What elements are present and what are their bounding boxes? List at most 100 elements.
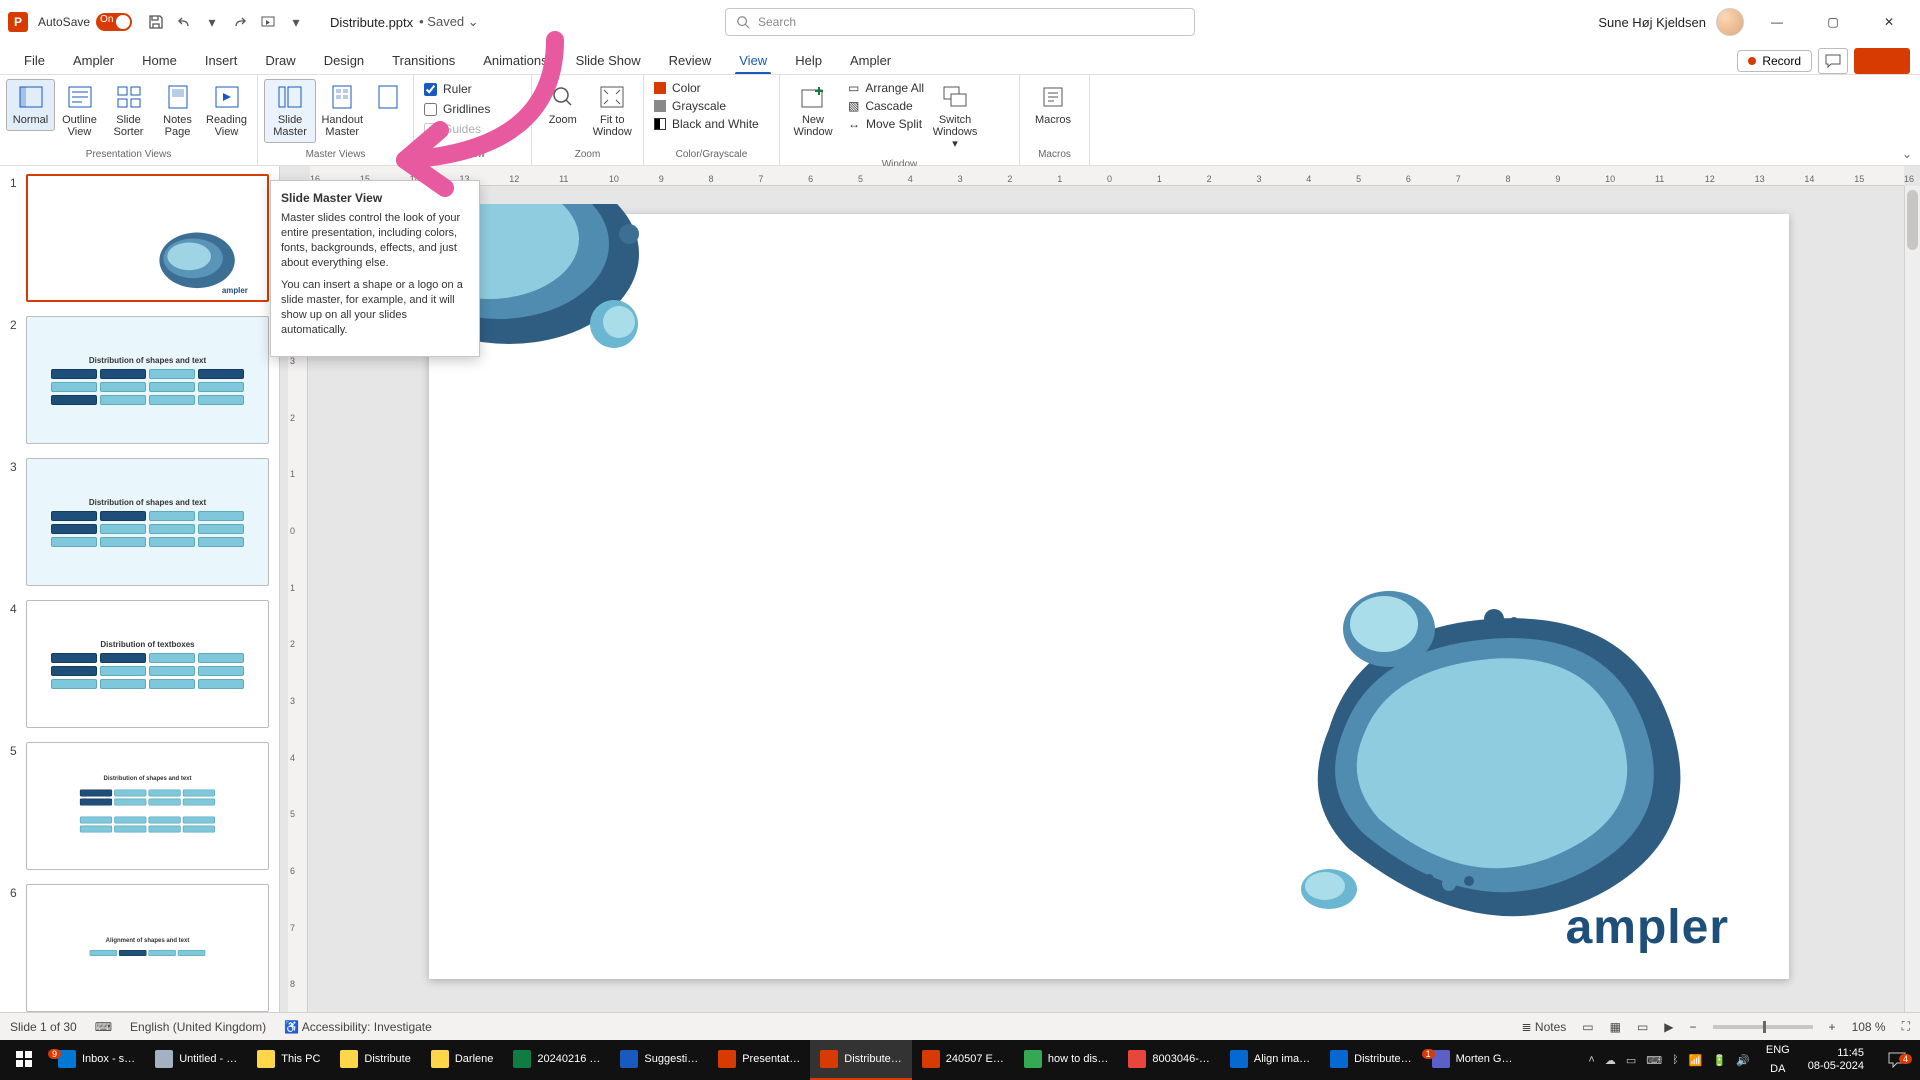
normal-view-button[interactable]: Normal xyxy=(6,79,55,131)
tab-design[interactable]: Design xyxy=(310,47,378,74)
undo-icon[interactable] xyxy=(170,8,198,36)
taskbar-item[interactable]: Suggesti… xyxy=(610,1040,708,1080)
slide[interactable]: ampler xyxy=(429,214,1789,979)
fit-view-icon[interactable]: ⛶ xyxy=(1902,1019,1910,1034)
macros-button[interactable]: Macros xyxy=(1026,79,1080,131)
ruler-checkbox[interactable]: Ruler xyxy=(420,79,476,99)
taskbar-item[interactable]: 20240216 … xyxy=(503,1040,610,1080)
share-button[interactable] xyxy=(1854,48,1910,74)
horizontal-ruler[interactable]: 1615141312111098765432101234567891011121… xyxy=(310,166,1904,186)
tray-onedrive-icon[interactable]: ☁ xyxy=(1605,1054,1616,1067)
slide-master-button[interactable]: Slide Master xyxy=(264,79,316,143)
document-title[interactable]: Distribute.pptx xyxy=(330,15,413,30)
notification-center[interactable]: 4 xyxy=(1874,1052,1920,1068)
taskbar-item[interactable]: Distribute… xyxy=(1320,1040,1421,1080)
tab-review[interactable]: Review xyxy=(655,47,726,74)
thumbnail-5[interactable]: Distribution of shapes and text xyxy=(26,742,269,870)
view-reading-icon[interactable]: ▭ xyxy=(1637,1020,1648,1034)
tray-chevron-icon[interactable]: ˄ xyxy=(1588,1054,1594,1066)
tray-keyboard-icon[interactable]: ⌨ xyxy=(1646,1054,1662,1067)
maximize-button[interactable]: ▢ xyxy=(1810,7,1856,37)
autosave-toggle[interactable]: On xyxy=(96,13,132,31)
fit-to-window-button[interactable]: Fit to Window xyxy=(588,79,638,143)
tab-ampler-2[interactable]: Ampler xyxy=(836,47,905,74)
taskbar-item[interactable]: Distribute… xyxy=(810,1040,911,1080)
from-beginning-icon[interactable] xyxy=(254,8,282,36)
input-language[interactable]: ENGDA xyxy=(1758,1040,1798,1080)
black-white-button[interactable]: Black and White xyxy=(650,115,763,133)
taskbar-item[interactable]: Untitled - … xyxy=(145,1040,247,1080)
taskbar-clock[interactable]: 11:45 08-05-2024 xyxy=(1798,1047,1874,1073)
thumbnail-6[interactable]: Alignment of shapes and text xyxy=(26,884,269,1012)
tray-wifi-icon[interactable]: 📶 xyxy=(1689,1054,1703,1067)
outline-view-button[interactable]: Outline View xyxy=(55,79,104,143)
guides-checkbox[interactable]: Guides xyxy=(420,119,485,139)
taskbar-item[interactable]: This PC xyxy=(247,1040,330,1080)
thumbnail-2[interactable]: Distribution of shapes and text xyxy=(26,316,269,444)
taskbar-item[interactable]: 8003046-… xyxy=(1118,1040,1220,1080)
notes-master-button[interactable] xyxy=(368,79,407,119)
tray-bluetooth-icon[interactable]: ᛒ xyxy=(1672,1054,1679,1066)
spell-check-icon[interactable]: ⌨ xyxy=(95,1020,112,1034)
view-slideshow-icon[interactable]: ▶ xyxy=(1664,1020,1673,1034)
close-button[interactable]: ✕ xyxy=(1866,7,1912,37)
zoom-value[interactable]: 108 % xyxy=(1852,1020,1886,1034)
tab-help[interactable]: Help xyxy=(781,47,836,74)
user-name[interactable]: Sune Høj Kjeldsen xyxy=(1598,15,1706,30)
canvas-scrollbar[interactable] xyxy=(1904,186,1920,1052)
move-split-button[interactable]: ↔Move Split xyxy=(844,115,928,133)
grayscale-button[interactable]: Grayscale xyxy=(650,97,730,115)
thumbnail-3[interactable]: Distribution of shapes and text xyxy=(26,458,269,586)
view-sorter-icon[interactable]: ▦ xyxy=(1610,1020,1621,1034)
taskbar-item[interactable]: Presentat… xyxy=(708,1040,810,1080)
minimize-button[interactable]: — xyxy=(1754,7,1800,37)
save-icon[interactable] xyxy=(142,8,170,36)
system-tray[interactable]: ˄ ☁ ▭ ⌨ ᛒ 📶 🔋 🔊 xyxy=(1580,1054,1757,1067)
record-button[interactable]: Record xyxy=(1737,50,1812,72)
zoom-in-icon[interactable]: + xyxy=(1829,1020,1836,1034)
redo-icon[interactable] xyxy=(226,8,254,36)
taskbar-item[interactable]: Darlene xyxy=(421,1040,504,1080)
tab-home[interactable]: Home xyxy=(128,47,191,74)
status-slide[interactable]: Slide 1 of 30 xyxy=(10,1020,77,1034)
tab-insert[interactable]: Insert xyxy=(191,47,252,74)
search-box[interactable]: Search xyxy=(725,8,1195,36)
taskbar-item[interactable]: Distribute xyxy=(330,1040,420,1080)
thumbnail-4[interactable]: Distribution of textboxes xyxy=(26,600,269,728)
gridlines-checkbox[interactable]: Gridlines xyxy=(420,99,494,119)
taskbar-item[interactable]: Morten G…1 xyxy=(1422,1040,1523,1080)
zoom-out-icon[interactable]: − xyxy=(1690,1020,1697,1034)
color-mode-button[interactable]: Color xyxy=(650,79,705,97)
tray-sound-icon[interactable]: 🔊 xyxy=(1736,1054,1750,1067)
collapse-ribbon-icon[interactable]: ⌄ xyxy=(1902,147,1912,161)
slide-sorter-button[interactable]: Slide Sorter xyxy=(104,79,153,143)
saved-status[interactable]: • Saved ⌄ xyxy=(419,14,479,30)
status-language[interactable]: English (United Kingdom) xyxy=(130,1020,266,1034)
new-window-button[interactable]: New Window xyxy=(786,79,840,143)
switch-windows-button[interactable]: Switch Windows ▾ xyxy=(928,79,982,155)
taskbar-item[interactable]: Inbox - s…9 xyxy=(48,1040,145,1080)
cascade-button[interactable]: ▧Cascade xyxy=(844,97,928,115)
taskbar-item[interactable]: Align ima… xyxy=(1220,1040,1320,1080)
taskbar-item[interactable]: how to dis… xyxy=(1014,1040,1119,1080)
arrange-all-button[interactable]: ▭Arrange All xyxy=(844,79,928,97)
tab-file[interactable]: File xyxy=(10,47,59,74)
zoom-slider[interactable] xyxy=(1713,1025,1813,1029)
reading-view-button[interactable]: Reading View xyxy=(202,79,251,143)
tab-transitions[interactable]: Transitions xyxy=(378,47,469,74)
view-normal-icon[interactable]: ▭ xyxy=(1582,1020,1593,1034)
notes-button[interactable]: ≣ Notes xyxy=(1522,1020,1567,1034)
thumbnail-1[interactable]: ampler xyxy=(26,174,269,302)
tab-view[interactable]: View xyxy=(725,47,781,74)
slide-thumbnail-panel[interactable]: 1 ampler 2 Distribution of shapes and te… xyxy=(0,166,280,1052)
undo-dropdown-icon[interactable]: ▾ xyxy=(198,8,226,36)
tab-draw[interactable]: Draw xyxy=(251,47,309,74)
handout-master-button[interactable]: Handout Master xyxy=(316,79,368,143)
zoom-button[interactable]: Zoom xyxy=(538,79,588,131)
tray-display-icon[interactable]: ▭ xyxy=(1626,1054,1636,1067)
comments-button[interactable] xyxy=(1818,48,1848,74)
tab-ampler[interactable]: Ampler xyxy=(59,47,128,74)
avatar[interactable] xyxy=(1716,8,1744,36)
notes-page-button[interactable]: Notes Page xyxy=(153,79,202,143)
tray-battery-icon[interactable]: 🔋 xyxy=(1712,1054,1726,1067)
